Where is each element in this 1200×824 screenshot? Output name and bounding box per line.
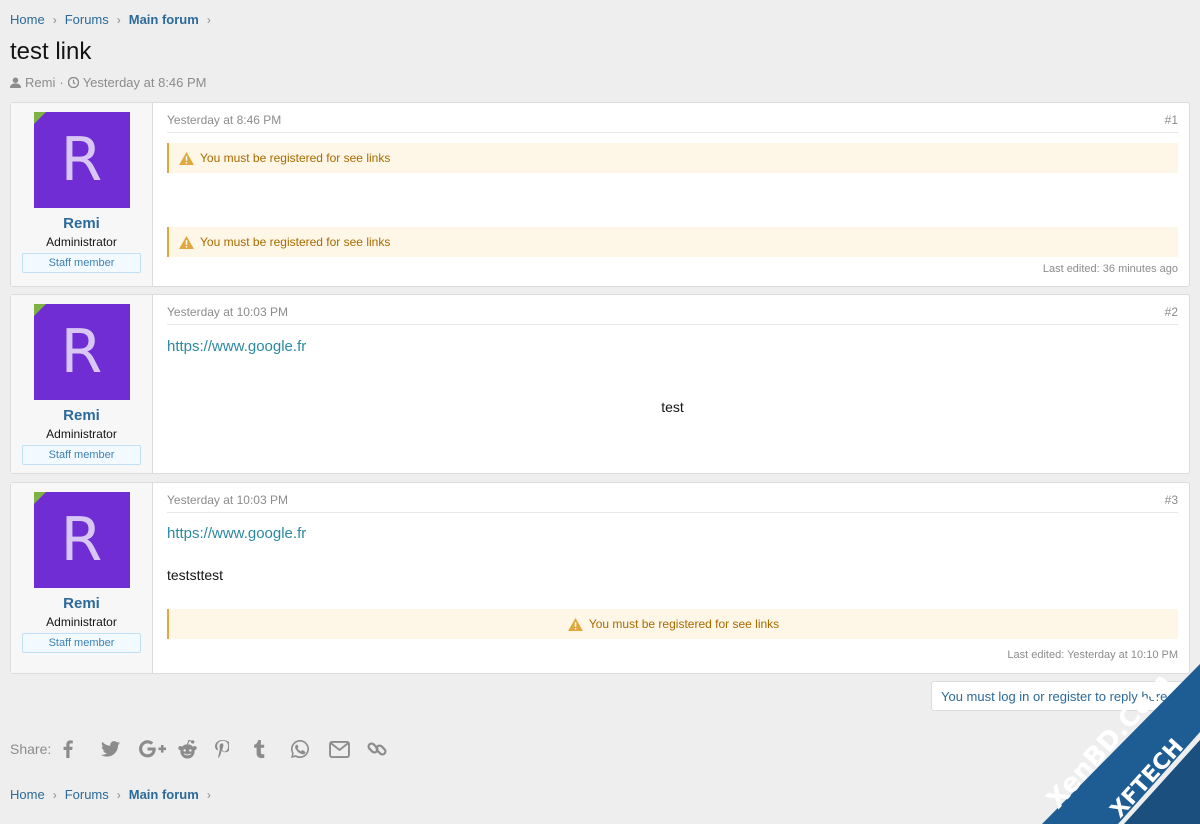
- tumblr-icon[interactable]: [253, 737, 291, 761]
- notice-text: You must be registered for see links: [200, 235, 391, 249]
- post-text: teststtest: [167, 567, 224, 583]
- warning-icon: [179, 235, 194, 249]
- login-to-reply-prompt[interactable]: You must log in or register to reply her…: [931, 681, 1200, 711]
- chevron-right-icon: ›: [116, 12, 121, 27]
- breadcrumb-main-forum[interactable]: Main forum: [129, 787, 199, 802]
- share-label: Share:: [10, 741, 52, 757]
- registration-notice: You must be registered for see links: [167, 227, 1178, 257]
- chevron-right-icon: ›: [206, 787, 211, 802]
- warning-icon: [179, 151, 194, 165]
- post-link[interactable]: https://www.google.fr: [167, 338, 306, 355]
- breadcrumb-forums[interactable]: Forums: [65, 787, 109, 802]
- user-title: Administrator: [46, 427, 117, 441]
- chevron-right-icon: ›: [206, 12, 211, 27]
- breadcrumb-home[interactable]: Home: [10, 787, 45, 802]
- breadcrumb-top: Home › Forums › Main forum ›: [10, 12, 219, 27]
- thread-meta: Remi · Yesterday at 8:46 PM: [10, 75, 207, 90]
- post-user-panel: R Remi Administrator Staff member: [11, 295, 153, 473]
- post-date[interactable]: Yesterday at 8:46 PM: [167, 113, 281, 127]
- last-edited: Last edited: Yesterday at 10:10 PM: [1007, 649, 1178, 661]
- post-content: Yesterday at 8:46 PM #1 You must be regi…: [153, 103, 1189, 286]
- post-number[interactable]: #1: [1165, 113, 1178, 127]
- breadcrumb-main-forum[interactable]: Main forum: [129, 12, 199, 27]
- user-title: Administrator: [46, 615, 117, 629]
- username[interactable]: Remi: [11, 595, 152, 612]
- avatar[interactable]: R: [33, 112, 130, 208]
- post-content: Yesterday at 10:03 PM #2 https://www.goo…: [153, 295, 1189, 473]
- username[interactable]: Remi: [11, 407, 152, 424]
- post-date[interactable]: Yesterday at 10:03 PM: [167, 305, 288, 319]
- online-indicator: [33, 112, 46, 124]
- user-title: Administrator: [46, 235, 117, 249]
- breadcrumb-home[interactable]: Home: [10, 12, 45, 27]
- facebook-icon[interactable]: [63, 737, 101, 761]
- post-number[interactable]: #2: [1165, 305, 1178, 319]
- user-icon: [10, 77, 21, 88]
- meta-separator: ·: [59, 75, 64, 90]
- watermark-text-secondary: XFTECH: [1106, 735, 1189, 824]
- registration-notice: You must be registered for see links: [167, 143, 1178, 173]
- twitter-icon[interactable]: [101, 737, 139, 761]
- page-title: test link: [10, 38, 92, 65]
- chevron-right-icon: ›: [52, 12, 57, 27]
- chevron-right-icon: ›: [52, 787, 57, 802]
- post: R Remi Administrator Staff member Yester…: [10, 294, 1190, 474]
- warning-icon: [567, 617, 583, 631]
- username[interactable]: Remi: [11, 215, 152, 232]
- breadcrumb-bottom: Home › Forums › Main forum ›: [10, 787, 219, 802]
- pinterest-icon[interactable]: [215, 737, 253, 761]
- link-icon[interactable]: [367, 737, 405, 761]
- staff-badge: Staff member: [22, 633, 141, 653]
- online-indicator: [33, 304, 46, 316]
- breadcrumb-forums[interactable]: Forums: [65, 12, 109, 27]
- post: R Remi Administrator Staff member Yester…: [10, 102, 1190, 287]
- notice-text: You must be registered for see links: [200, 151, 391, 165]
- registration-notice: You must be registered for see links: [167, 609, 1178, 639]
- share-bar: Share:: [10, 737, 405, 761]
- staff-badge: Staff member: [22, 445, 141, 465]
- online-indicator: [33, 492, 46, 504]
- thread-date[interactable]: Yesterday at 8:46 PM: [83, 75, 207, 90]
- whatsapp-icon[interactable]: [291, 737, 329, 761]
- post-user-panel: R Remi Administrator Staff member: [11, 483, 153, 673]
- email-icon[interactable]: [329, 737, 367, 761]
- post-link[interactable]: https://www.google.fr: [167, 525, 306, 542]
- last-edited: Last edited: 36 minutes ago: [1042, 263, 1178, 275]
- avatar[interactable]: R: [33, 304, 130, 400]
- post-user-panel: R Remi Administrator Staff member: [11, 103, 153, 286]
- post-date[interactable]: Yesterday at 10:03 PM: [167, 493, 288, 507]
- post-text: test: [661, 399, 684, 415]
- avatar[interactable]: R: [33, 492, 130, 588]
- post-content: Yesterday at 10:03 PM #3 https://www.goo…: [153, 483, 1189, 673]
- clock-icon: [67, 77, 79, 88]
- post-number[interactable]: #3: [1165, 493, 1178, 507]
- reddit-icon[interactable]: [177, 737, 215, 761]
- google-plus-icon[interactable]: [139, 737, 177, 761]
- staff-badge: Staff member: [22, 253, 141, 273]
- notice-text: You must be registered for see links: [588, 617, 780, 631]
- chevron-right-icon: ›: [116, 787, 121, 802]
- thread-author[interactable]: Remi: [25, 75, 55, 90]
- post: R Remi Administrator Staff member Yester…: [10, 482, 1190, 674]
